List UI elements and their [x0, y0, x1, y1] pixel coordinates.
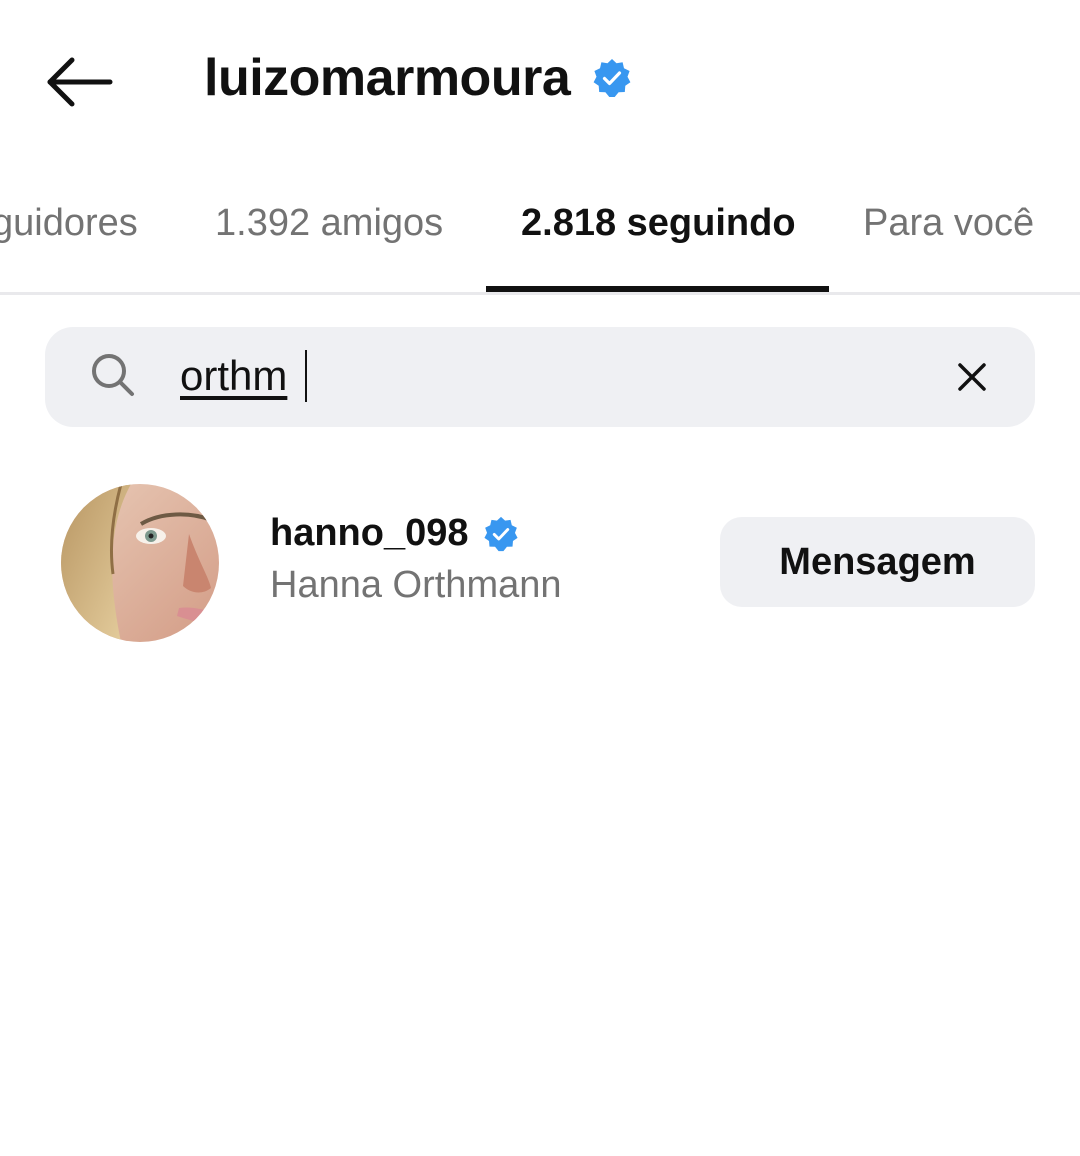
- close-icon: [958, 363, 986, 391]
- username-group: hanno_098: [270, 512, 519, 555]
- clear-search-button[interactable]: [952, 357, 992, 397]
- username[interactable]: hanno_098: [270, 512, 469, 555]
- page-title: luizomarmoura: [204, 49, 571, 107]
- arrow-left-icon: [47, 57, 113, 107]
- tab-followers[interactable]: guidores: [0, 202, 138, 245]
- verified-badge-icon: [593, 59, 631, 97]
- search-icon: [92, 354, 134, 396]
- avatar[interactable]: [61, 484, 219, 642]
- tab-friends[interactable]: 1.392 amigos: [215, 202, 443, 245]
- tab-following[interactable]: 2.818 seguindo: [521, 202, 796, 245]
- tab-for-you[interactable]: Para você: [863, 202, 1034, 245]
- top-bar: luizomarmoura: [0, 0, 1080, 160]
- tabs-divider: [0, 292, 1080, 295]
- full-name: Hanna Orthmann: [270, 564, 562, 606]
- profile-tabs: guidores 1.392 amigos 2.818 seguindo Par…: [0, 180, 1080, 296]
- profile-title-group: luizomarmoura: [204, 48, 632, 108]
- text-cursor: [305, 350, 307, 402]
- message-button[interactable]: Mensagem: [720, 517, 1035, 607]
- avatar-photo: [61, 484, 219, 642]
- back-button[interactable]: [44, 52, 114, 112]
- search-input[interactable]: [180, 350, 780, 402]
- active-tab-indicator: [486, 286, 829, 292]
- verified-badge-icon: [483, 516, 518, 551]
- list-item[interactable]: hanno_098 Hanna Orthmann Mensagem: [0, 470, 1080, 660]
